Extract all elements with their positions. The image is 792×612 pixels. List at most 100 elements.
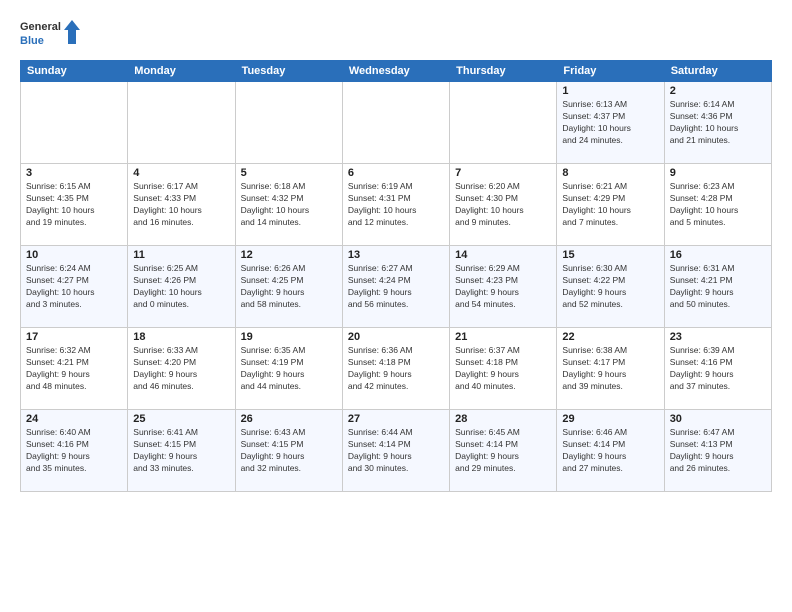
calendar-cell: 23 Sunrise: 6:39 AMSunset: 4:16 PMDayligh… — [664, 328, 771, 410]
day-info: Sunrise: 6:45 AMSunset: 4:14 PMDaylight:… — [455, 427, 551, 475]
day-number: 24 — [26, 413, 122, 425]
calendar-body: 1Sunrise: 6:13 AMSunset: 4:37 PMDaylight… — [21, 82, 772, 492]
day-info: Sunrise: 6:41 AMSunset: 4:15 PMDaylight:… — [133, 427, 229, 475]
day-info: Sunrise: 6:23 AMSunset: 4:28 PMDaylight:… — [670, 181, 766, 229]
day-number: 7 — [455, 167, 551, 179]
calendar-cell: 17 Sunrise: 6:32 AMSunset: 4:21 PMDayligh… — [21, 328, 128, 410]
day-info: Sunrise: 6:24 AMSunset: 4:27 PMDaylight:… — [26, 263, 122, 311]
day-number: 22 — [562, 331, 658, 343]
calendar-cell: 5 Sunrise: 6:18 AMSunset: 4:32 PMDaylight… — [235, 164, 342, 246]
day-number: 17 — [26, 331, 122, 343]
calendar-cell — [235, 82, 342, 164]
th-monday: Monday — [128, 61, 235, 82]
calendar-cell: 13Sunrise: 6:27 AMSunset: 4:24 PMDayligh… — [342, 246, 449, 328]
day-info: Sunrise: 6:33 AMSunset: 4:20 PMDaylight:… — [133, 345, 229, 393]
logo-svg: General Blue — [20, 16, 80, 52]
day-number: 20 — [348, 331, 444, 343]
calendar-cell: 2Sunrise: 6:14 AMSunset: 4:36 PMDaylight… — [664, 82, 771, 164]
day-info: Sunrise: 6:40 AMSunset: 4:16 PMDaylight:… — [26, 427, 122, 475]
calendar-cell: 29Sunrise: 6:46 AMSunset: 4:14 PMDayligh… — [557, 410, 664, 492]
day-number: 9 — [670, 167, 766, 179]
day-number: 8 — [562, 167, 658, 179]
day-info: Sunrise: 6:31 AMSunset: 4:21 PMDaylight:… — [670, 263, 766, 311]
calendar-week-2: 10 Sunrise: 6:24 AMSunset: 4:27 PMDayligh… — [21, 246, 772, 328]
calendar-cell — [21, 82, 128, 164]
calendar-cell: 12 Sunrise: 6:26 AMSunset: 4:25 PMDayligh… — [235, 246, 342, 328]
day-number: 6 — [348, 167, 444, 179]
calendar-cell: 21Sunrise: 6:37 AMSunset: 4:18 PMDayligh… — [450, 328, 557, 410]
day-number: 19 — [241, 331, 337, 343]
day-number: 25 — [133, 413, 229, 425]
th-tuesday: Tuesday — [235, 61, 342, 82]
day-info: Sunrise: 6:36 AMSunset: 4:18 PMDaylight:… — [348, 345, 444, 393]
calendar-cell: 19 Sunrise: 6:35 AMSunset: 4:19 PMDayligh… — [235, 328, 342, 410]
calendar-cell: 26Sunrise: 6:43 AMSunset: 4:15 PMDayligh… — [235, 410, 342, 492]
day-number: 18 — [133, 331, 229, 343]
day-number: 4 — [133, 167, 229, 179]
th-sunday: Sunday — [21, 61, 128, 82]
calendar-cell: 11Sunrise: 6:25 AMSunset: 4:26 PMDayligh… — [128, 246, 235, 328]
day-info: Sunrise: 6:27 AMSunset: 4:24 PMDaylight:… — [348, 263, 444, 311]
day-info: Sunrise: 6:20 AMSunset: 4:30 PMDaylight:… — [455, 181, 551, 229]
calendar-cell: 14Sunrise: 6:29 AMSunset: 4:23 PMDayligh… — [450, 246, 557, 328]
calendar-week-0: 1Sunrise: 6:13 AMSunset: 4:37 PMDaylight… — [21, 82, 772, 164]
day-number: 5 — [241, 167, 337, 179]
day-number: 27 — [348, 413, 444, 425]
calendar-cell: 8 Sunrise: 6:21 AMSunset: 4:29 PMDaylight… — [557, 164, 664, 246]
day-number: 28 — [455, 413, 551, 425]
calendar-cell: 30 Sunrise: 6:47 AMSunset: 4:13 PMDayligh… — [664, 410, 771, 492]
day-info: Sunrise: 6:18 AMSunset: 4:32 PMDaylight:… — [241, 181, 337, 229]
calendar-cell: 22 Sunrise: 6:38 AMSunset: 4:17 PMDayligh… — [557, 328, 664, 410]
calendar-cell — [342, 82, 449, 164]
day-info: Sunrise: 6:13 AMSunset: 4:37 PMDaylight:… — [562, 99, 658, 147]
th-thursday: Thursday — [450, 61, 557, 82]
calendar-cell: 18 Sunrise: 6:33 AMSunset: 4:20 PMDayligh… — [128, 328, 235, 410]
day-info: Sunrise: 6:15 AMSunset: 4:35 PMDaylight:… — [26, 181, 122, 229]
header-row: Sunday Monday Tuesday Wednesday Thursday… — [21, 61, 772, 82]
calendar-cell: 4 Sunrise: 6:17 AMSunset: 4:33 PMDaylight… — [128, 164, 235, 246]
calendar-cell: 1Sunrise: 6:13 AMSunset: 4:37 PMDaylight… — [557, 82, 664, 164]
day-info: Sunrise: 6:46 AMSunset: 4:14 PMDaylight:… — [562, 427, 658, 475]
calendar-table: Sunday Monday Tuesday Wednesday Thursday… — [20, 60, 772, 492]
svg-text:General: General — [20, 21, 61, 33]
day-info: Sunrise: 6:19 AMSunset: 4:31 PMDaylight:… — [348, 181, 444, 229]
th-saturday: Saturday — [664, 61, 771, 82]
day-info: Sunrise: 6:30 AMSunset: 4:22 PMDaylight:… — [562, 263, 658, 311]
calendar-cell: 3 Sunrise: 6:15 AMSunset: 4:35 PMDaylight… — [21, 164, 128, 246]
day-info: Sunrise: 6:32 AMSunset: 4:21 PMDaylight:… — [26, 345, 122, 393]
calendar-cell: 27Sunrise: 6:44 AMSunset: 4:14 PMDayligh… — [342, 410, 449, 492]
day-info: Sunrise: 6:47 AMSunset: 4:13 PMDaylight:… — [670, 427, 766, 475]
header: General Blue — [20, 16, 772, 52]
day-info: Sunrise: 6:35 AMSunset: 4:19 PMDaylight:… — [241, 345, 337, 393]
day-number: 3 — [26, 167, 122, 179]
day-info: Sunrise: 6:26 AMSunset: 4:25 PMDaylight:… — [241, 263, 337, 311]
calendar-cell: 24 Sunrise: 6:40 AMSunset: 4:16 PMDayligh… — [21, 410, 128, 492]
day-info: Sunrise: 6:29 AMSunset: 4:23 PMDaylight:… — [455, 263, 551, 311]
calendar-cell: 10 Sunrise: 6:24 AMSunset: 4:27 PMDayligh… — [21, 246, 128, 328]
logo: General Blue — [20, 16, 80, 52]
calendar-header: Sunday Monday Tuesday Wednesday Thursday… — [21, 61, 772, 82]
day-number: 30 — [670, 413, 766, 425]
calendar-cell: 6 Sunrise: 6:19 AMSunset: 4:31 PMDaylight… — [342, 164, 449, 246]
calendar-cell: 28 Sunrise: 6:45 AMSunset: 4:14 PMDayligh… — [450, 410, 557, 492]
day-number: 23 — [670, 331, 766, 343]
day-number: 11 — [133, 249, 229, 261]
day-number: 21 — [455, 331, 551, 343]
calendar-week-3: 17 Sunrise: 6:32 AMSunset: 4:21 PMDayligh… — [21, 328, 772, 410]
day-info: Sunrise: 6:21 AMSunset: 4:29 PMDaylight:… — [562, 181, 658, 229]
calendar-week-4: 24 Sunrise: 6:40 AMSunset: 4:16 PMDayligh… — [21, 410, 772, 492]
th-wednesday: Wednesday — [342, 61, 449, 82]
calendar-week-1: 3 Sunrise: 6:15 AMSunset: 4:35 PMDaylight… — [21, 164, 772, 246]
th-friday: Friday — [557, 61, 664, 82]
svg-text:Blue: Blue — [20, 35, 44, 47]
day-info: Sunrise: 6:38 AMSunset: 4:17 PMDaylight:… — [562, 345, 658, 393]
calendar-cell — [450, 82, 557, 164]
day-info: Sunrise: 6:39 AMSunset: 4:16 PMDaylight:… — [670, 345, 766, 393]
day-info: Sunrise: 6:14 AMSunset: 4:36 PMDaylight:… — [670, 99, 766, 147]
day-number: 10 — [26, 249, 122, 261]
calendar-cell: 25 Sunrise: 6:41 AMSunset: 4:15 PMDayligh… — [128, 410, 235, 492]
day-info: Sunrise: 6:17 AMSunset: 4:33 PMDaylight:… — [133, 181, 229, 229]
calendar-cell: 20 Sunrise: 6:36 AMSunset: 4:18 PMDayligh… — [342, 328, 449, 410]
day-number: 16 — [670, 249, 766, 261]
day-number: 12 — [241, 249, 337, 261]
